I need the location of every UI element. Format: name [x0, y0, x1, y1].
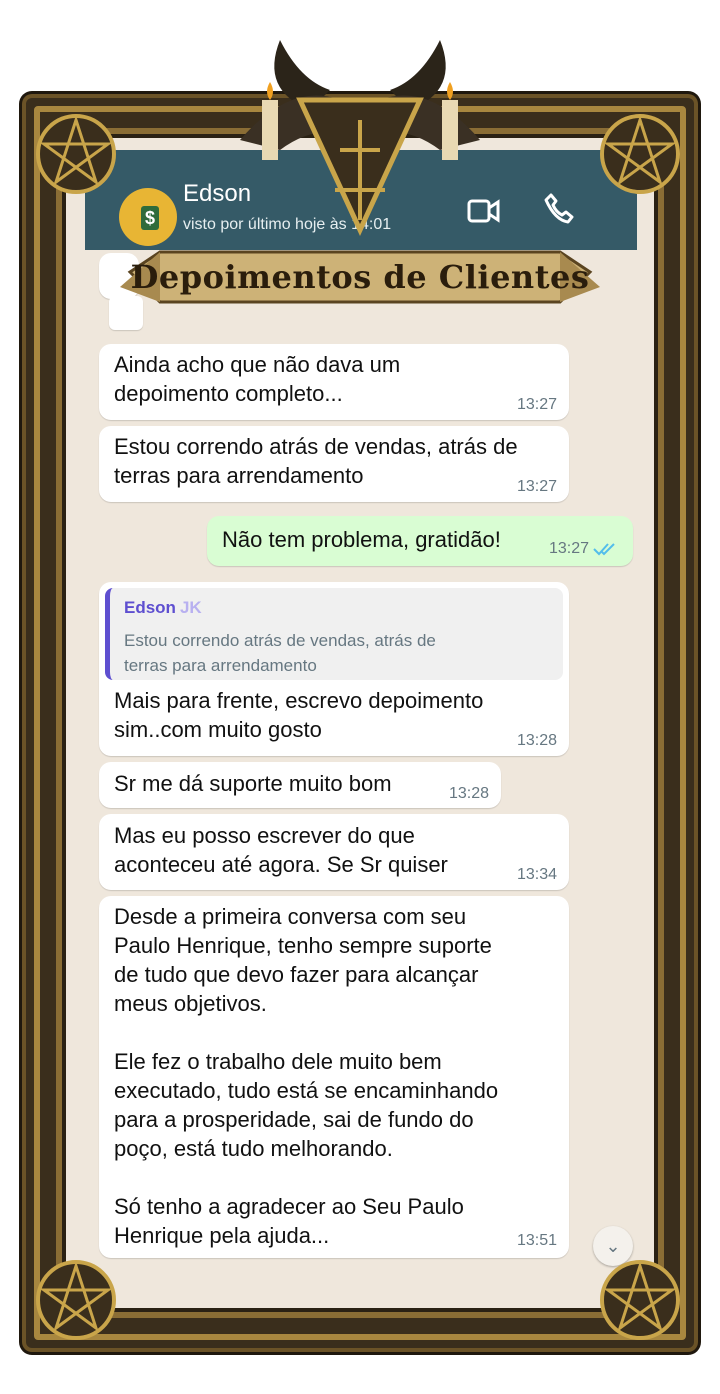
message-time: 13:28	[516, 732, 557, 749]
quoted-message[interactable]: Edson JK Estou correndo atrás de vendas, …	[105, 588, 563, 680]
goat-sigil-ornament	[240, 40, 480, 236]
message-text: Sr me dá suporte muito bom	[114, 771, 392, 796]
message-bubble[interactable]: Sr me dá suporte muito bom 13:28	[99, 762, 501, 808]
pentagram-corner-icon	[600, 114, 680, 194]
message-time: 13:27	[548, 540, 589, 557]
message-text: Ainda acho que não dava um depoimento co…	[114, 352, 401, 406]
message-bubble[interactable]: Ainda acho que não dava um depoimento co…	[99, 344, 569, 420]
banner-title: Depoimentos de Clientes	[130, 258, 590, 296]
message-time: 13:27	[516, 478, 557, 495]
title-banner: Depoimentos de Clientes	[120, 232, 600, 318]
message-text: Desde a primeira conversa com seu Paulo …	[114, 904, 499, 1248]
message-text: Mais para frente, escrevo depoimento sim…	[114, 688, 484, 742]
reply-message-bubble[interactable]: Edson JK Estou correndo atrás de vendas, …	[99, 582, 569, 756]
quoted-text: Estou correndo atrás de vendas, atrás de…	[124, 631, 436, 675]
pentagram-corner-icon	[36, 1260, 116, 1340]
pentagram-corner-icon	[36, 114, 116, 194]
read-receipt-icon	[593, 543, 615, 556]
dollar-icon: $	[141, 206, 159, 230]
message-bubble[interactable]: Desde a primeira conversa com seu Paulo …	[99, 896, 569, 1258]
message-time: 13:27	[516, 396, 557, 413]
message-bubble[interactable]: Mas eu posso escrever do que aconteceu a…	[99, 814, 569, 890]
quoted-author: Edson JK	[124, 598, 202, 617]
message-time: 13:28	[448, 785, 489, 802]
message-bubble[interactable]: Estou correndo atrás de vendas, atrás de…	[99, 426, 569, 502]
quoted-author-emoji: JK	[179, 598, 202, 617]
message-text: Estou correndo atrás de vendas, atrás de…	[114, 434, 518, 488]
outgoing-message-bubble[interactable]: Não tem problema, gratidão! 13:27	[207, 516, 633, 566]
double-chevron-down-icon: ⌄	[605, 1236, 621, 1256]
phone-call-icon[interactable]	[543, 192, 575, 224]
message-time: 13:51	[516, 1232, 557, 1249]
pentagram-corner-icon	[600, 1260, 680, 1340]
message-text: Mas eu posso escrever do que aconteceu a…	[114, 823, 448, 877]
message-text: Não tem problema, gratidão!	[222, 527, 501, 552]
message-time: 13:34	[516, 866, 557, 883]
